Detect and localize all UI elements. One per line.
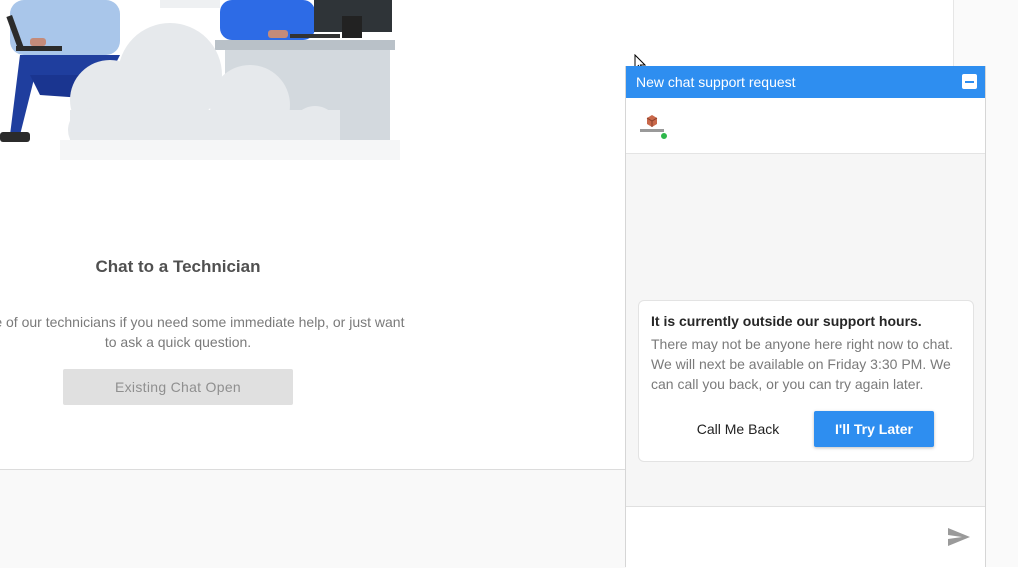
page-footer-area [0,469,626,568]
try-later-button[interactable]: I'll Try Later [814,411,934,447]
chat-technician-title: Chat to a Technician [95,257,261,276]
chat-agent-bar [626,98,985,154]
technician-illustration [0,0,400,160]
chat-header: New chat support request [626,66,985,98]
send-icon[interactable] [947,527,971,547]
message-body: There may not be anyone here right now t… [651,336,953,392]
chat-technician-description: n of one of our technicians if you need … [0,314,405,350]
outside-hours-message: It is currently outside our support hour… [638,300,974,462]
chat-composer[interactable] [626,506,985,567]
message-title: It is currently outside our support hour… [651,313,922,329]
existing-chat-open-button[interactable]: Existing Chat Open [63,369,293,405]
chat-widget: New chat support request It is currently… [625,66,986,567]
chat-header-title: New chat support request [636,74,796,90]
minimize-icon[interactable] [962,74,977,89]
call-me-back-button[interactable]: Call Me Back [681,412,795,446]
agent-online-status-icon [660,132,668,140]
